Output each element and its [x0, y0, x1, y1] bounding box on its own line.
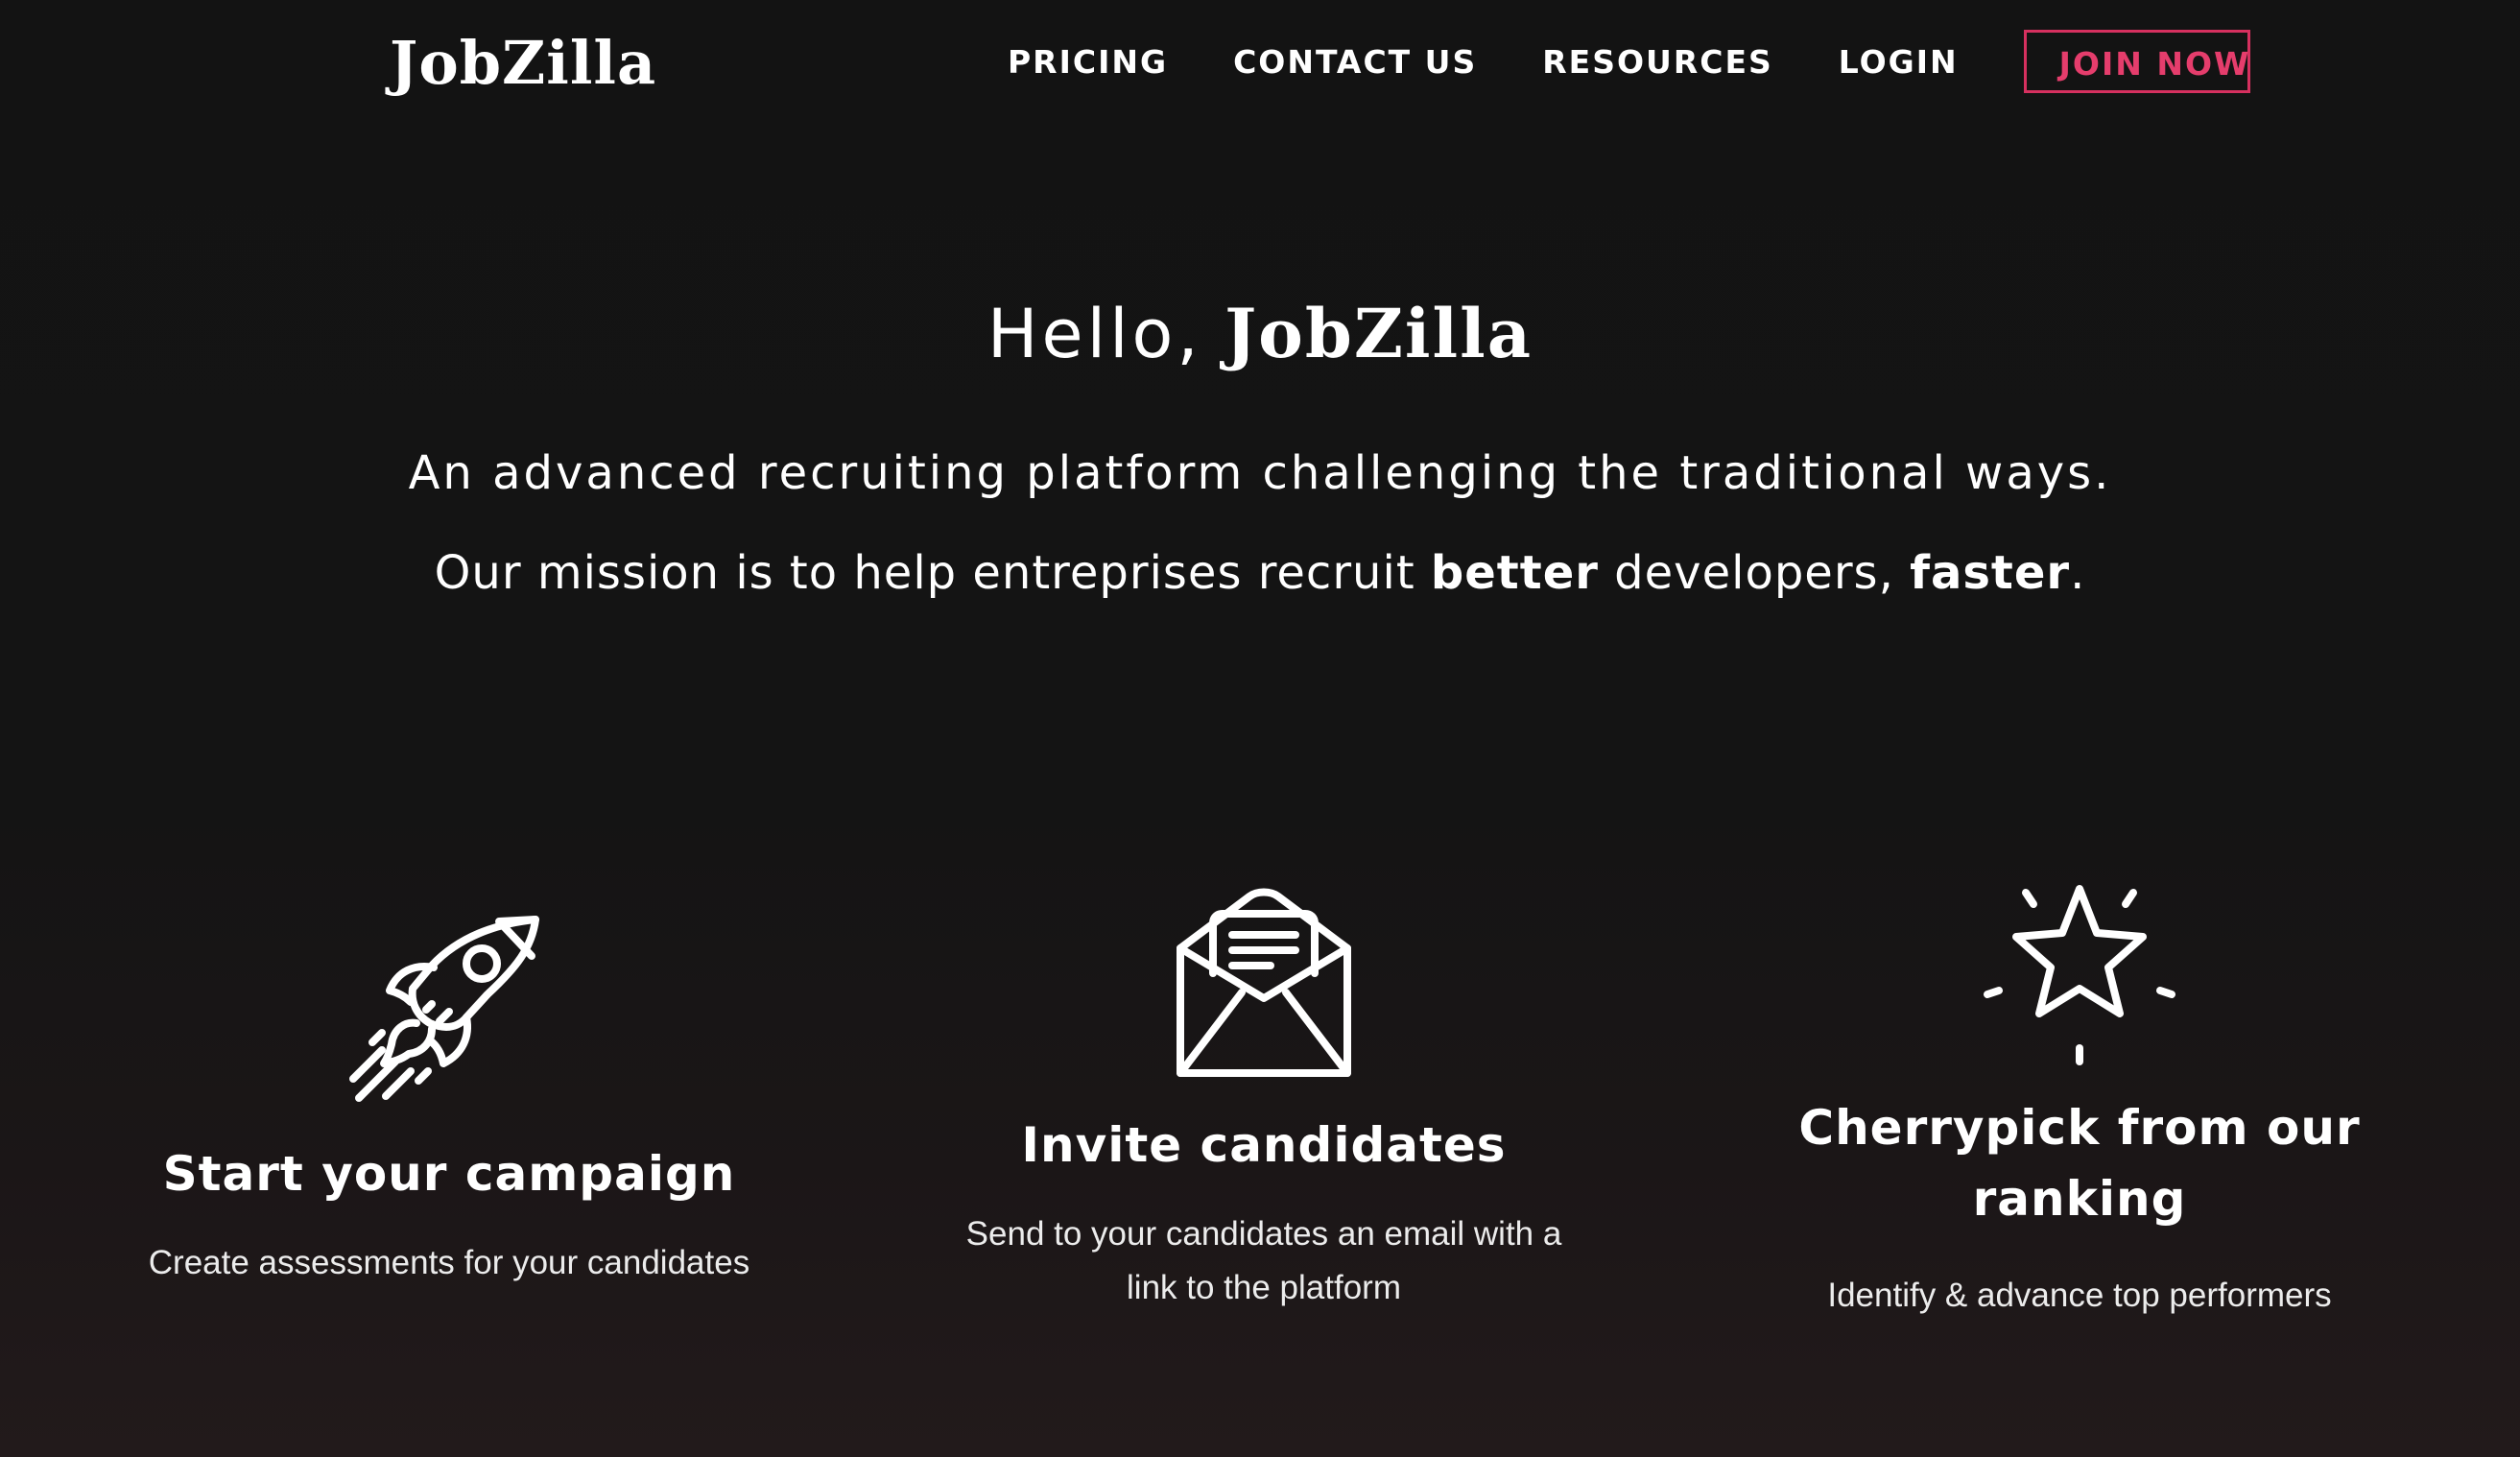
mission-prefix: Our mission is to help entreprises recru…: [434, 546, 1431, 600]
hero-tagline: An advanced recruiting platform challeng…: [408, 446, 2112, 500]
hero-title: Hello, JobZilla: [0, 288, 2520, 380]
feature-description: Send to your candidates an email with a …: [899, 1207, 1628, 1315]
feature-title-line: Cherrypick from our: [1798, 1100, 2361, 1156]
feature-title-line: ranking: [1972, 1171, 2187, 1227]
mission-emphasis-faster: faster: [1910, 546, 2071, 600]
feature-description-line: Send to your candidates an email with a: [965, 1215, 1562, 1253]
hero-greeting: Hello,: [987, 295, 1202, 373]
mission-middle: developers,: [1598, 546, 1911, 600]
logo[interactable]: JobZilla: [390, 21, 656, 106]
feature-invite-candidates: Invite candidates Send to your candidate…: [899, 885, 1628, 1315]
mission-suffix: .: [2070, 546, 2086, 600]
feature-title: Start your campaign: [162, 1146, 736, 1202]
feature-cherrypick-ranking: Cherrypick from our ranking Identify & a…: [1715, 875, 2444, 1323]
nav-login[interactable]: LOGIN: [1839, 43, 1959, 81]
nav-pricing[interactable]: PRICING: [1008, 43, 1168, 81]
hero-mission: Our mission is to help entreprises recru…: [0, 541, 2520, 605]
mission-emphasis-better: better: [1430, 546, 1599, 600]
feature-description: Create assessments for your candidates: [148, 1244, 750, 1281]
feature-title: Invite candidates: [1021, 1117, 1507, 1173]
envelope-icon: [1177, 888, 1351, 1077]
feature-start-campaign: Start your campaign Create assessments f…: [84, 910, 814, 1290]
nav-contact-us[interactable]: CONTACT US: [1233, 43, 1477, 81]
rocket-icon: [349, 916, 539, 1102]
hero-brand: JobZilla: [1224, 294, 1533, 373]
feature-title: Cherrypick from our ranking: [1715, 1092, 2444, 1234]
star-icon: [1984, 885, 2175, 1065]
join-now-button[interactable]: JOIN NOW: [2023, 30, 2250, 93]
feature-description: Identify & advance top performers: [1827, 1277, 2332, 1314]
feature-description-line: link to the platform: [1127, 1269, 1401, 1306]
main-nav: PRICING CONTACT US RESOURCES LOGIN JOIN …: [1008, 27, 2250, 96]
nav-resources[interactable]: RESOURCES: [1542, 43, 1773, 81]
